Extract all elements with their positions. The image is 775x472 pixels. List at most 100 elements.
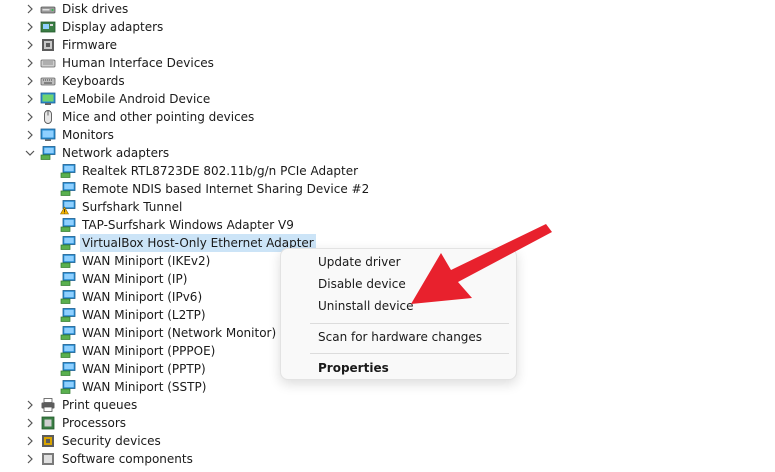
device-tree: Disk drives Display adapters Firmware Hu… <box>0 0 775 466</box>
menu-item-uninstall-device[interactable]: Uninstall device <box>318 296 414 316</box>
network-adapter-icon <box>60 343 76 359</box>
chevron-right-icon[interactable] <box>22 396 38 414</box>
tree-item-label: Monitors <box>62 128 114 142</box>
network-adapter-icon <box>60 289 76 305</box>
network-adapter-item[interactable]: WAN Miniport (SSTP) <box>60 378 208 396</box>
network-adapter-item[interactable]: WAN Miniport (IP) <box>60 270 189 288</box>
network-adapter-label: Surfshark Tunnel <box>82 200 183 214</box>
network-adapter-item[interactable]: WAN Miniport (Network Monitor) <box>60 324 278 342</box>
chevron-right-icon[interactable] <box>22 54 38 72</box>
chevron-right-icon[interactable] <box>22 108 38 126</box>
chevron-right-icon[interactable] <box>22 18 38 36</box>
tree-item-label: Disk drives <box>62 2 129 16</box>
chevron-right-icon[interactable] <box>22 72 38 90</box>
android-device-icon <box>40 91 56 107</box>
network-adapter-label: VirtualBox Host-Only Ethernet Adapter <box>80 234 316 252</box>
mouse-icon <box>40 109 56 125</box>
network-adapter-item[interactable]: WAN Miniport (PPTP) <box>60 360 208 378</box>
tree-item-disk-drives[interactable]: Disk drives <box>22 0 130 18</box>
network-adapter-icon <box>60 163 76 179</box>
network-adapter-label: WAN Miniport (IP) <box>82 272 188 286</box>
tree-item-processors[interactable]: Processors <box>22 414 128 432</box>
security-device-icon <box>40 433 56 449</box>
software-component-icon <box>40 451 56 467</box>
processor-icon <box>40 415 56 431</box>
network-adapter-item[interactable]: WAN Miniport (L2TP) <box>60 306 208 324</box>
network-adapter-item[interactable]: TAP-Surfshark Windows Adapter V9 <box>60 216 296 234</box>
tree-item-display-adapters[interactable]: Display adapters <box>22 18 165 36</box>
tree-item-label: Mice and other pointing devices <box>62 110 255 124</box>
menu-item-update-driver[interactable]: Update driver <box>318 252 401 272</box>
network-adapter-icon <box>60 325 76 341</box>
menu-item-disable-device[interactable]: Disable device <box>318 274 406 294</box>
network-adapter-icon <box>60 307 76 323</box>
chevron-right-icon[interactable] <box>22 36 38 54</box>
tree-item-label: Security devices <box>62 434 161 448</box>
network-adapter-icon <box>60 271 76 287</box>
tree-item-label: Software components <box>62 452 193 466</box>
tree-item-network-adapters[interactable]: Network adapters <box>22 144 171 162</box>
network-adapter-icon <box>60 253 76 269</box>
tree-item-firmware[interactable]: Firmware <box>22 36 119 54</box>
network-adapter-label: Remote NDIS based Internet Sharing Devic… <box>82 182 370 196</box>
tree-item-monitors[interactable]: Monitors <box>22 126 116 144</box>
chevron-right-icon[interactable] <box>22 432 38 450</box>
menu-item-properties[interactable]: Properties <box>318 358 389 378</box>
network-adapter-label: WAN Miniport (Network Monitor) <box>82 326 277 340</box>
tree-item-label: Display adapters <box>62 20 164 34</box>
chevron-right-icon[interactable] <box>22 0 38 18</box>
tree-item-label: Human Interface Devices <box>62 56 214 70</box>
chevron-right-icon[interactable] <box>22 414 38 432</box>
tree-item-human-interface-devices[interactable]: Human Interface Devices <box>22 54 216 72</box>
tree-item-label: Processors <box>62 416 127 430</box>
network-adapter-label: WAN Miniport (IKEv2) <box>82 254 211 268</box>
tree-item-lemobile-android-device[interactable]: LeMobile Android Device <box>22 90 212 108</box>
tree-item-mice[interactable]: Mice and other pointing devices <box>22 108 256 126</box>
network-adapter-item-selected[interactable]: VirtualBox Host-Only Ethernet Adapter <box>60 234 316 252</box>
menu-separator <box>310 323 509 324</box>
chevron-down-icon[interactable] <box>22 144 38 162</box>
keyboard-icon <box>40 73 56 89</box>
network-adapter-icon <box>60 235 76 251</box>
network-adapter-warning-icon <box>59 199 76 215</box>
tree-item-label: Network adapters <box>62 146 170 160</box>
network-adapter-icon <box>60 181 76 197</box>
hid-icon <box>40 55 56 71</box>
network-adapter-label: TAP-Surfshark Windows Adapter V9 <box>82 218 294 232</box>
tree-item-label: Firmware <box>62 38 117 52</box>
monitor-icon <box>40 127 56 143</box>
network-adapter-icon <box>40 145 56 161</box>
menu-item-scan-hardware[interactable]: Scan for hardware changes <box>318 327 482 347</box>
chevron-right-icon[interactable] <box>22 126 38 144</box>
network-adapter-label: WAN Miniport (PPPOE) <box>82 344 216 358</box>
context-menu: Update driver Disable device Uninstall d… <box>280 248 517 380</box>
network-adapter-label: WAN Miniport (IPv6) <box>82 290 203 304</box>
network-adapter-icon <box>60 379 76 395</box>
network-adapter-item[interactable]: WAN Miniport (IKEv2) <box>60 252 212 270</box>
chevron-right-icon[interactable] <box>22 90 38 108</box>
printer-icon <box>40 397 56 413</box>
network-adapter-label: WAN Miniport (SSTP) <box>82 380 207 394</box>
network-adapter-icon <box>60 361 76 377</box>
menu-separator <box>310 353 509 354</box>
firmware-icon <box>40 37 56 53</box>
network-adapter-item[interactable]: Realtek RTL8723DE 802.11b/g/n PCIe Adapt… <box>60 162 360 180</box>
chevron-right-icon[interactable] <box>22 450 38 468</box>
tree-item-security-devices[interactable]: Security devices <box>22 432 163 450</box>
display-adapter-icon <box>40 19 56 35</box>
tree-item-print-queues[interactable]: Print queues <box>22 396 139 414</box>
network-adapter-icon <box>60 217 76 233</box>
tree-item-label: Print queues <box>62 398 138 412</box>
tree-item-label: LeMobile Android Device <box>62 92 211 106</box>
tree-item-label: Keyboards <box>62 74 125 88</box>
network-adapter-label: WAN Miniport (L2TP) <box>82 308 206 322</box>
network-adapter-label: Realtek RTL8723DE 802.11b/g/n PCIe Adapt… <box>82 164 359 178</box>
network-adapter-item[interactable]: WAN Miniport (PPPOE) <box>60 342 217 360</box>
network-adapter-item[interactable]: Remote NDIS based Internet Sharing Devic… <box>60 180 371 198</box>
disk-drive-icon <box>40 1 56 17</box>
network-adapter-label: WAN Miniport (PPTP) <box>82 362 206 376</box>
network-adapter-item[interactable]: Surfshark Tunnel <box>59 198 184 216</box>
network-adapter-item[interactable]: WAN Miniport (IPv6) <box>60 288 204 306</box>
tree-item-keyboards[interactable]: Keyboards <box>22 72 127 90</box>
tree-item-software-components[interactable]: Software components <box>22 450 195 468</box>
